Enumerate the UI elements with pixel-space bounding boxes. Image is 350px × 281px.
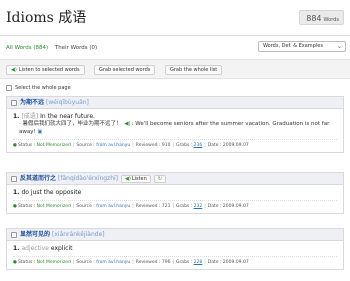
status-value: Not Memorized	[36, 204, 71, 209]
filter-tabs: All Words (884) Their Words (0)	[6, 43, 102, 53]
select-page-checkbox[interactable]	[6, 84, 12, 91]
word-card-header: 反其道而行之 [fǎnqídào'érxíngzhī] ◀)Listen ↻	[7, 173, 343, 185]
status-bullet-icon: ●	[13, 204, 17, 209]
tab-their-words[interactable]: Their Words (0)	[55, 45, 97, 51]
word-checkbox[interactable]	[11, 175, 17, 182]
listen-word-button[interactable]: ◀)Listen	[121, 174, 151, 183]
definition-number: 1.	[13, 245, 20, 252]
chevron-down-icon: ⌄	[336, 43, 342, 50]
word-meta: ●Status : Not Memorized | Source : from av…	[13, 139, 337, 149]
status-bullet-icon: ●	[13, 260, 17, 265]
word-card-header: 为期不远 [wéiqībùyuǎn]	[7, 97, 343, 109]
definition-line: 1. [成语] In the near future.	[13, 113, 337, 121]
page-header: Idioms 成语 884 Words	[0, 0, 350, 36]
status-value: Not Memorized	[36, 143, 71, 148]
speaker-icon[interactable]: ◀)	[124, 121, 130, 127]
refresh-button[interactable]: ↻	[153, 174, 167, 183]
word-card-body: 1. [成语] In the near future. · 暑假后我们就大四了，毕业…	[7, 109, 343, 152]
word-checkbox[interactable]	[11, 231, 17, 238]
page-title: Idioms 成语	[6, 10, 87, 26]
tab-all-words[interactable]: All Words (884)	[6, 45, 48, 51]
definition-text: explicit	[50, 245, 73, 252]
source-link[interactable]: from avl.hanyu	[96, 204, 130, 209]
example-chinese: · 暑假后我们就大四了，毕业为期不远了！	[19, 121, 122, 127]
speaker-icon: ◀)	[11, 67, 17, 73]
speaker-icon: ◀)	[125, 175, 131, 182]
word-pinyin: [xiǎnránkějiànde]	[52, 231, 105, 238]
reviewed-label: Reviewed :	[135, 260, 161, 265]
reviewed-value: 721	[161, 204, 171, 209]
source-link[interactable]: from avl.hanyu	[96, 143, 130, 148]
word-headword[interactable]: 显然可见的	[20, 231, 50, 238]
word-meta: ●Status : Not Memorized | Source : from av…	[13, 256, 337, 266]
definition-number: 1.	[13, 189, 20, 196]
reviewed-label: Reviewed :	[135, 143, 161, 148]
definition-tag: [成语]	[21, 113, 39, 120]
listen-selected-label: Listen to selected words	[18, 67, 80, 73]
reviewed-label: Reviewed :	[135, 204, 161, 209]
date-label: Date :	[207, 204, 222, 209]
definition-line: 1. do just the opposite	[13, 189, 337, 197]
definition-tag: adjective	[21, 245, 49, 252]
word-pinyin: [fǎnqídào'érxíngzhī]	[58, 175, 119, 182]
listen-selected-button[interactable]: ◀) Listen to selected words	[6, 65, 85, 75]
reviewed-value: 796	[161, 260, 171, 265]
display-mode-value: Words, Def. & Examples	[263, 43, 323, 49]
status-bullet-icon: ●	[13, 143, 17, 148]
word-pinyin: [wéiqībùyuǎn]	[46, 99, 89, 106]
reviewed-value: 910	[161, 143, 171, 148]
word-card: 显然可见的 [xiǎnránkějiànde] 1. adjective explic…	[6, 228, 344, 270]
word-card: 反其道而行之 [fǎnqídào'érxíngzhī] ◀)Listen ↻ 1. do…	[6, 172, 344, 214]
grab-whole-list-label: Grab the whole list	[170, 67, 218, 73]
grab-selected-button[interactable]: Grab selected words	[94, 65, 156, 75]
grabs-label: Grabs :	[175, 260, 193, 265]
source-label: Source :	[76, 204, 95, 209]
source-label: Source :	[76, 260, 95, 265]
source-link[interactable]: from avl.hanyu	[96, 260, 130, 265]
listen-word-label: Listen	[131, 175, 147, 182]
definition-text: do just the opposite	[21, 189, 82, 196]
grabs-label: Grabs :	[175, 204, 193, 209]
word-count-badge: 884 Words	[299, 10, 344, 25]
status-label: Status :	[17, 204, 36, 209]
word-card-header: 显然可见的 [xiǎnránkějiànde]	[7, 229, 343, 241]
refresh-icon: ↻	[157, 175, 163, 182]
translate-icon[interactable]: ▣	[37, 129, 42, 135]
date-value: 2009.09.07	[222, 143, 249, 148]
display-mode-select[interactable]: Words, Def. & Examples ⌄	[258, 41, 346, 52]
word-meta: ●Status : Not Memorized | Source : from av…	[13, 200, 337, 210]
action-bar: ◀) Listen to selected words Grab selected…	[0, 59, 350, 79]
grabs-link[interactable]: 236	[194, 143, 203, 148]
definition-line: 1. adjective explicit	[13, 245, 337, 253]
definition-number: 1.	[13, 113, 20, 120]
word-card-body: 1. do just the opposite ●Status : Not Mem…	[7, 185, 343, 213]
date-label: Date :	[207, 260, 222, 265]
select-page-label: Select the whole page	[15, 85, 71, 91]
date-value: 2009.09.07	[222, 260, 249, 265]
word-headword[interactable]: 反其道而行之	[20, 175, 56, 182]
grabs-link[interactable]: 232	[194, 204, 203, 209]
word-card: 为期不远 [wéiqībùyuǎn] 1. [成语] In the near futu…	[6, 96, 344, 153]
status-label: Status :	[17, 260, 36, 265]
status-label: Status :	[17, 143, 36, 148]
date-label: Date :	[207, 143, 222, 148]
word-card-body: 1. adjective explicit ●Status : Not Memori…	[7, 241, 343, 269]
example-sentence: · 暑假后我们就大四了，毕业为期不远了！ ◀): We'll become se…	[13, 121, 337, 136]
grab-selected-label: Grab selected words	[99, 67, 151, 73]
word-headword[interactable]: 为期不远	[20, 99, 44, 106]
grabs-label: Grabs :	[175, 143, 193, 148]
word-checkbox[interactable]	[11, 99, 17, 106]
select-page-row: Select the whole page	[6, 84, 71, 92]
source-label: Source :	[76, 143, 95, 148]
word-count: 884	[306, 14, 322, 23]
date-value: 2009.09.07	[222, 204, 249, 209]
grabs-link[interactable]: 228	[194, 260, 203, 265]
status-value: Not Memorized	[36, 260, 71, 265]
word-count-unit: Words	[323, 17, 339, 23]
grab-whole-list-button[interactable]: Grab the whole list	[165, 65, 223, 75]
definition-text: In the near future.	[40, 113, 95, 120]
